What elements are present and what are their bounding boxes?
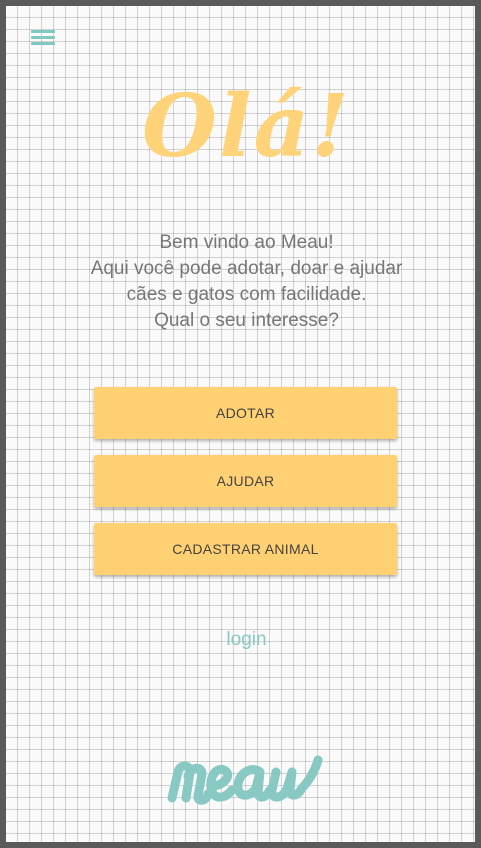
menu-line bbox=[31, 42, 55, 45]
ajudar-button[interactable]: AJUDAR bbox=[94, 455, 397, 507]
cadastrar-animal-button[interactable]: CADASTRAR ANIMAL bbox=[94, 523, 397, 575]
adotar-button[interactable]: ADOTAR bbox=[94, 387, 397, 439]
intro-line: Qual o seu interesse? bbox=[154, 310, 339, 331]
app-screen: Olá! Bem vindo ao Meau! Aqui você pode a… bbox=[0, 0, 481, 848]
meau-logo bbox=[167, 755, 323, 805]
hamburger-menu-icon[interactable] bbox=[31, 28, 56, 48]
intro-line: Bem vindo ao Meau! bbox=[159, 232, 334, 253]
intro-line: Aqui você pode adotar, doar e ajudar bbox=[90, 258, 403, 279]
intro-line: cães e gatos com facilidade. bbox=[126, 284, 367, 305]
menu-line bbox=[31, 30, 55, 33]
login-link[interactable]: login bbox=[6, 629, 481, 651]
greeting-title: Olá! bbox=[141, 76, 352, 177]
intro-text: Bem vindo ao Meau! Aqui você pode adotar… bbox=[66, 230, 427, 334]
menu-line bbox=[31, 36, 55, 39]
